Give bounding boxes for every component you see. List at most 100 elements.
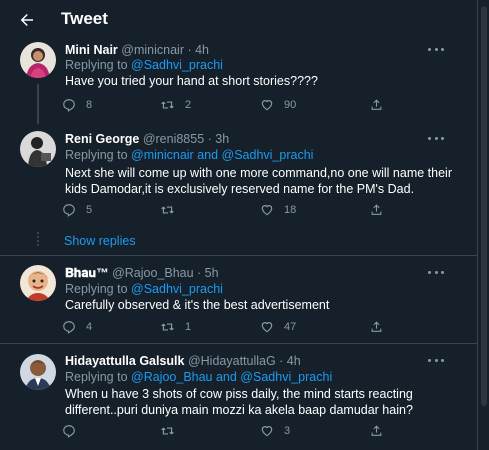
reply-button[interactable]: 4 — [62, 320, 92, 334]
avatar-image — [20, 42, 56, 78]
reply-button[interactable]: 8 — [62, 98, 92, 112]
retweet-icon — [161, 101, 174, 109]
replying-to-label: Replying to — [65, 148, 132, 162]
author-name[interactable]: Mini Nair — [65, 43, 118, 57]
heart-icon — [261, 100, 273, 111]
retweet-button[interactable]: 1 — [160, 320, 191, 334]
divider — [0, 343, 477, 344]
heart-icon — [261, 426, 273, 437]
avatar[interactable] — [20, 265, 56, 301]
replying-to-link[interactable]: @Rajoo_Bhau and @Sadhvi_prachi — [131, 370, 332, 384]
like-button[interactable]: 18 — [260, 203, 296, 217]
retweet-button[interactable] — [160, 203, 185, 217]
more-options-button[interactable] — [428, 133, 444, 143]
share-button[interactable] — [370, 203, 383, 217]
tweet-meta: 𝐁𝐡𝐚𝐮™ @Rajoo_Bhau · 5h — [65, 266, 219, 281]
reply-icon — [63, 321, 75, 334]
avatar[interactable] — [20, 42, 56, 78]
share-icon — [371, 99, 382, 110]
like-button[interactable]: 3 — [260, 424, 290, 438]
avatar[interactable] — [20, 354, 56, 390]
like-button[interactable]: 90 — [260, 98, 296, 112]
like-count: 90 — [284, 99, 297, 111]
tweet-meta: Reni George @reni8855 · 3h — [65, 132, 229, 146]
retweet-button[interactable]: 2 — [160, 98, 191, 112]
show-replies-link[interactable]: Show replies — [64, 234, 136, 248]
arrow-left-icon — [20, 14, 33, 26]
thread-line — [37, 84, 39, 124]
scrollbar[interactable] — [478, 0, 489, 450]
tweet-detail-panel: Tweet Mini Nair @minicnair · 4h Have you… — [0, 0, 478, 450]
tweet-item[interactable]: Mini Nair @minicnair · 4h Have you tried… — [0, 40, 477, 124]
scrollbar-thumb[interactable] — [481, 6, 487, 406]
reply-icon — [63, 425, 75, 438]
like-count: 47 — [284, 321, 297, 333]
tweet-meta: Mini Nair @minicnair · 4h — [65, 43, 209, 57]
replying-to-label: Replying to — [65, 282, 132, 296]
reply-button[interactable]: 5 — [62, 203, 92, 217]
tweet-meta: Hidayattulla Galsulk @HidayattullaG · 4h — [65, 354, 301, 368]
reply-count: 5 — [86, 204, 93, 216]
replying-to: Replying to @Rajoo_Bhau and @Sadhvi_prac… — [65, 370, 332, 384]
author-name[interactable]: 𝐁𝐡𝐚𝐮™ — [65, 266, 109, 280]
author-handle-time[interactable]: @minicnair · 4h — [121, 43, 209, 57]
avatar[interactable] — [20, 131, 56, 167]
author-handle-time[interactable]: @HidayattullaG · 4h — [188, 354, 301, 368]
reply-icon — [63, 99, 75, 112]
tweet-text: When u have 3 shots of cow piss daily, t… — [65, 387, 413, 417]
share-button[interactable] — [370, 424, 383, 438]
tweet-item[interactable]: 𝐁𝐡𝐚𝐮™ @Rajoo_Bhau · 5h Replying to @Sadh… — [0, 263, 477, 343]
avatar-image — [20, 265, 56, 301]
author-handle-time[interactable]: @reni8855 · 3h — [143, 132, 229, 146]
share-button[interactable] — [370, 98, 383, 112]
like-count: 3 — [284, 425, 291, 437]
reply-count: 4 — [86, 321, 93, 333]
reply-count: 8 — [86, 99, 93, 111]
back-button[interactable] — [16, 9, 38, 31]
reply-button[interactable] — [62, 424, 86, 438]
retweet-count: 1 — [185, 321, 192, 333]
tweet-actions: 5 18 — [62, 203, 392, 221]
share-icon — [371, 425, 382, 436]
replying-to-label: Replying to — [65, 58, 132, 72]
retweet-icon — [161, 323, 174, 331]
tweet-item[interactable]: Hidayattulla Galsulk @HidayattullaG · 4h… — [0, 352, 477, 450]
replying-to-link[interactable]: @minicnair and @Sadhvi_prachi — [131, 148, 313, 162]
tweet-text: Carefully observed & it's the best adver… — [65, 298, 330, 312]
retweet-button[interactable] — [160, 424, 185, 438]
avatar-image — [20, 131, 56, 167]
share-icon — [371, 204, 382, 215]
retweet-icon — [161, 206, 174, 214]
more-options-button[interactable] — [428, 267, 444, 277]
page-title: Tweet — [61, 9, 108, 28]
tweet-text: Have you tried your hand at short storie… — [65, 74, 318, 88]
replying-to: Replying to @Sadhvi_prachi — [65, 58, 223, 72]
replying-to-link[interactable]: @Sadhvi_prachi — [131, 58, 223, 72]
tweet-text: Next she will come up with one more comm… — [65, 166, 452, 196]
author-handle-time[interactable]: @Rajoo_Bhau · 5h — [112, 266, 219, 280]
retweet-count: 2 — [185, 99, 192, 111]
tweet-actions: 8 2 90 — [62, 98, 392, 116]
more-options-button[interactable] — [428, 355, 444, 365]
author-name[interactable]: Hidayattulla Galsulk — [65, 354, 184, 368]
replying-to: Replying to @Sadhvi_prachi — [65, 282, 223, 296]
tweet-item[interactable]: Reni George @reni8855 · 3h Replying to @… — [0, 129, 477, 229]
reply-icon — [63, 204, 75, 217]
replying-to-label: Replying to — [65, 370, 132, 384]
divider — [0, 255, 477, 256]
replying-to-link[interactable]: @Sadhvi_prachi — [131, 282, 223, 296]
tweet-actions: 4 1 47 — [62, 320, 392, 338]
share-button[interactable] — [370, 320, 383, 334]
replying-to: Replying to @minicnair and @Sadhvi_prach… — [65, 148, 313, 162]
more-options-button[interactable] — [428, 44, 444, 54]
tweet-actions: 3 — [62, 424, 392, 442]
like-count: 18 — [284, 204, 297, 216]
header: Tweet — [0, 0, 477, 38]
thread-continuation-dots — [37, 232, 39, 246]
heart-icon — [261, 205, 273, 216]
retweet-icon — [161, 427, 174, 435]
like-button[interactable]: 47 — [260, 320, 296, 334]
share-icon — [371, 321, 382, 332]
avatar-image — [20, 354, 56, 390]
author-name[interactable]: Reni George — [65, 132, 139, 146]
